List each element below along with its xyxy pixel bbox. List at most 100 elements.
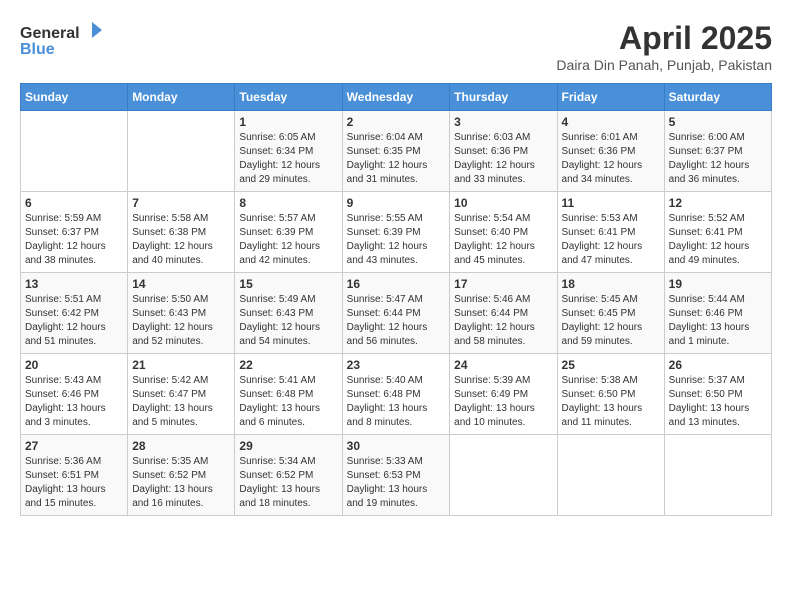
day-number: 10 — [454, 196, 552, 210]
day-number: 30 — [347, 439, 446, 453]
calendar-cell — [557, 435, 664, 516]
day-info: Sunrise: 5:33 AM Sunset: 6:53 PM Dayligh… — [347, 455, 446, 511]
day-info: Sunrise: 6:01 AM Sunset: 6:36 PM Dayligh… — [562, 131, 660, 187]
header: GeneralBlue April 2025 Daira Din Panah, … — [20, 20, 772, 73]
day-info: Sunrise: 5:49 AM Sunset: 6:43 PM Dayligh… — [239, 293, 337, 349]
calendar-cell: 17Sunrise: 5:46 AM Sunset: 6:44 PM Dayli… — [450, 273, 557, 354]
calendar-header-row: SundayMondayTuesdayWednesdayThursdayFrid… — [21, 84, 772, 111]
day-info: Sunrise: 5:59 AM Sunset: 6:37 PM Dayligh… — [25, 212, 123, 268]
calendar-table: SundayMondayTuesdayWednesdayThursdayFrid… — [20, 83, 772, 516]
calendar-cell: 21Sunrise: 5:42 AM Sunset: 6:47 PM Dayli… — [128, 354, 235, 435]
col-header-friday: Friday — [557, 84, 664, 111]
calendar-cell — [128, 111, 235, 192]
day-number: 27 — [25, 439, 123, 453]
week-row-3: 13 Sunrise: 5:51 AM Sunset: 6:42 PM Dayli… — [21, 273, 772, 354]
calendar-cell: 30 Sunrise: 5:33 AM Sunset: 6:53 PM Dayli… — [342, 435, 450, 516]
calendar-cell: 2 Sunrise: 6:04 AM Sunset: 6:35 PM Daylig… — [342, 111, 450, 192]
col-header-thursday: Thursday — [450, 84, 557, 111]
day-info: Sunrise: 6:00 AM Sunset: 6:37 PM Dayligh… — [669, 131, 767, 187]
day-number: 13 — [25, 277, 123, 291]
day-number: 24 — [454, 358, 552, 372]
day-number: 26 — [669, 358, 767, 372]
week-row-2: 6 Sunrise: 5:59 AM Sunset: 6:37 PM Daylig… — [21, 192, 772, 273]
title-area: April 2025 Daira Din Panah, Punjab, Paki… — [556, 20, 772, 73]
location-subtitle: Daira Din Panah, Punjab, Pakistan — [556, 57, 772, 73]
calendar-cell: 3 Sunrise: 6:03 AM Sunset: 6:36 PM Daylig… — [450, 111, 557, 192]
calendar-cell: 23 Sunrise: 5:40 AM Sunset: 6:48 PM Dayli… — [342, 354, 450, 435]
day-info: Sunrise: 5:38 AM Sunset: 6:50 PM Dayligh… — [562, 374, 660, 430]
day-number: 23 — [347, 358, 446, 372]
calendar-cell: 5Sunrise: 6:00 AM Sunset: 6:37 PM Daylig… — [664, 111, 771, 192]
day-number: 16 — [347, 277, 446, 291]
calendar-cell: 25 Sunrise: 5:38 AM Sunset: 6:50 PM Dayli… — [557, 354, 664, 435]
calendar-cell: 28 Sunrise: 5:35 AM Sunset: 6:52 PM Dayli… — [128, 435, 235, 516]
calendar-cell: 26Sunrise: 5:37 AM Sunset: 6:50 PM Dayli… — [664, 354, 771, 435]
col-header-monday: Monday — [128, 84, 235, 111]
calendar-cell: 27 Sunrise: 5:36 AM Sunset: 6:51 PM Dayli… — [21, 435, 128, 516]
calendar-cell — [450, 435, 557, 516]
day-number: 2 — [347, 115, 446, 129]
col-header-tuesday: Tuesday — [235, 84, 342, 111]
svg-text:Blue: Blue — [20, 41, 55, 58]
day-info: Sunrise: 5:52 AM Sunset: 6:41 PM Dayligh… — [669, 212, 767, 268]
week-row-1: 1Sunrise: 6:05 AM Sunset: 6:34 PM Daylig… — [21, 111, 772, 192]
day-number: 21 — [132, 358, 230, 372]
day-info: Sunrise: 5:44 AM Sunset: 6:46 PM Dayligh… — [669, 293, 767, 349]
logo: GeneralBlue — [20, 20, 120, 60]
day-info: Sunrise: 5:43 AM Sunset: 6:46 PM Dayligh… — [25, 374, 123, 430]
calendar-cell: 18 Sunrise: 5:45 AM Sunset: 6:45 PM Dayli… — [557, 273, 664, 354]
calendar-cell: 20 Sunrise: 5:43 AM Sunset: 6:46 PM Dayli… — [21, 354, 128, 435]
day-info: Sunrise: 5:53 AM Sunset: 6:41 PM Dayligh… — [562, 212, 660, 268]
day-info: Sunrise: 5:40 AM Sunset: 6:48 PM Dayligh… — [347, 374, 446, 430]
day-number: 7 — [132, 196, 230, 210]
day-info: Sunrise: 5:34 AM Sunset: 6:52 PM Dayligh… — [239, 455, 337, 511]
calendar-cell: 15 Sunrise: 5:49 AM Sunset: 6:43 PM Dayli… — [235, 273, 342, 354]
day-number: 6 — [25, 196, 123, 210]
day-info: Sunrise: 5:39 AM Sunset: 6:49 PM Dayligh… — [454, 374, 552, 430]
day-info: Sunrise: 6:03 AM Sunset: 6:36 PM Dayligh… — [454, 131, 552, 187]
week-row-5: 27 Sunrise: 5:36 AM Sunset: 6:51 PM Dayli… — [21, 435, 772, 516]
day-number: 22 — [239, 358, 337, 372]
calendar-cell: 9Sunrise: 5:55 AM Sunset: 6:39 PM Daylig… — [342, 192, 450, 273]
day-number: 4 — [562, 115, 660, 129]
calendar-cell: 29 Sunrise: 5:34 AM Sunset: 6:52 PM Dayli… — [235, 435, 342, 516]
day-number: 9 — [347, 196, 446, 210]
day-info: Sunrise: 5:54 AM Sunset: 6:40 PM Dayligh… — [454, 212, 552, 268]
calendar-cell: 13 Sunrise: 5:51 AM Sunset: 6:42 PM Dayli… — [21, 273, 128, 354]
calendar-cell: 11Sunrise: 5:53 AM Sunset: 6:41 PM Dayli… — [557, 192, 664, 273]
day-number: 19 — [669, 277, 767, 291]
day-info: Sunrise: 6:04 AM Sunset: 6:35 PM Dayligh… — [347, 131, 446, 187]
day-info: Sunrise: 5:45 AM Sunset: 6:45 PM Dayligh… — [562, 293, 660, 349]
day-number: 18 — [562, 277, 660, 291]
day-number: 8 — [239, 196, 337, 210]
day-info: Sunrise: 5:50 AM Sunset: 6:43 PM Dayligh… — [132, 293, 230, 349]
calendar-cell: 4 Sunrise: 6:01 AM Sunset: 6:36 PM Daylig… — [557, 111, 664, 192]
day-info: Sunrise: 5:35 AM Sunset: 6:52 PM Dayligh… — [132, 455, 230, 511]
day-number: 12 — [669, 196, 767, 210]
calendar-cell: 19 Sunrise: 5:44 AM Sunset: 6:46 PM Dayli… — [664, 273, 771, 354]
calendar-cell: 22 Sunrise: 5:41 AM Sunset: 6:48 PM Dayli… — [235, 354, 342, 435]
day-info: Sunrise: 5:58 AM Sunset: 6:38 PM Dayligh… — [132, 212, 230, 268]
day-number: 17 — [454, 277, 552, 291]
day-info: Sunrise: 5:41 AM Sunset: 6:48 PM Dayligh… — [239, 374, 337, 430]
col-header-wednesday: Wednesday — [342, 84, 450, 111]
day-number: 3 — [454, 115, 552, 129]
calendar-cell: 6 Sunrise: 5:59 AM Sunset: 6:37 PM Daylig… — [21, 192, 128, 273]
calendar-cell: 12 Sunrise: 5:52 AM Sunset: 6:41 PM Dayli… — [664, 192, 771, 273]
calendar-cell: 14Sunrise: 5:50 AM Sunset: 6:43 PM Dayli… — [128, 273, 235, 354]
day-number: 28 — [132, 439, 230, 453]
calendar-cell: 1Sunrise: 6:05 AM Sunset: 6:34 PM Daylig… — [235, 111, 342, 192]
col-header-saturday: Saturday — [664, 84, 771, 111]
day-number: 29 — [239, 439, 337, 453]
calendar-cell: 7 Sunrise: 5:58 AM Sunset: 6:38 PM Daylig… — [128, 192, 235, 273]
day-info: Sunrise: 5:47 AM Sunset: 6:44 PM Dayligh… — [347, 293, 446, 349]
day-info: Sunrise: 5:51 AM Sunset: 6:42 PM Dayligh… — [25, 293, 123, 349]
calendar-cell: 10 Sunrise: 5:54 AM Sunset: 6:40 PM Dayli… — [450, 192, 557, 273]
day-info: Sunrise: 5:36 AM Sunset: 6:51 PM Dayligh… — [25, 455, 123, 511]
day-number: 20 — [25, 358, 123, 372]
day-number: 15 — [239, 277, 337, 291]
calendar-cell — [664, 435, 771, 516]
day-number: 25 — [562, 358, 660, 372]
col-header-sunday: Sunday — [21, 84, 128, 111]
calendar-cell: 8Sunrise: 5:57 AM Sunset: 6:39 PM Daylig… — [235, 192, 342, 273]
